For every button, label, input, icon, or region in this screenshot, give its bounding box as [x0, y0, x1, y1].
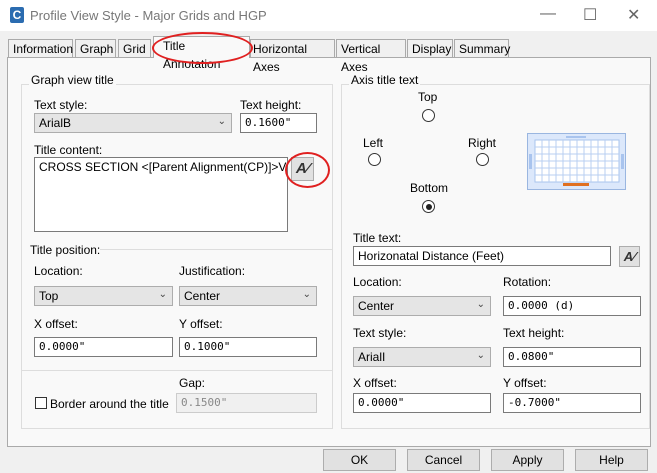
- value: Center: [358, 299, 395, 313]
- label: Y offset:: [179, 317, 223, 331]
- text-edit-icon: A⁄: [623, 249, 636, 264]
- text-height-input[interactable]: 0.1600": [240, 113, 317, 133]
- minimize-icon[interactable]: —: [540, 5, 556, 23]
- bottom-title-mark: [563, 183, 589, 186]
- title-text-input[interactable]: Horizonatal Distance (Feet): [353, 246, 611, 266]
- label: Border around the title: [50, 397, 169, 411]
- label: Text style:: [34, 98, 88, 112]
- label: Text height:: [503, 326, 565, 340]
- tab-title-annotation[interactable]: Title Annotation: [153, 36, 250, 71]
- tab-vertical-axes[interactable]: Vertical Axes: [336, 39, 406, 74]
- justification-select[interactable]: Center ⌄: [179, 286, 317, 306]
- radio-bottom[interactable]: [422, 200, 435, 213]
- close-icon[interactable]: ✕: [627, 5, 640, 25]
- chevron-down-icon: ⌄: [217, 116, 226, 127]
- label: Top: [418, 90, 438, 104]
- right-title-mark: [621, 154, 624, 169]
- chevron-down-icon: ⌄: [476, 350, 485, 361]
- text-edit-icon: A⁄: [295, 160, 310, 177]
- axis-location-select[interactable]: Center ⌄: [353, 296, 491, 316]
- label: X offset:: [34, 317, 78, 331]
- chevron-down-icon: ⌄: [158, 289, 167, 300]
- rotation-input[interactable]: 0.0000 (d): [503, 296, 641, 316]
- radio-left[interactable]: [368, 153, 381, 166]
- label: Left: [363, 136, 384, 150]
- group-label: Graph view title: [29, 73, 116, 87]
- ok-button[interactable]: OK: [323, 449, 396, 471]
- label: Title content:: [34, 143, 103, 157]
- radio-top[interactable]: [422, 109, 435, 122]
- app-icon: C: [10, 7, 24, 23]
- axis-preview-image: [527, 133, 626, 190]
- top-title-mark: [566, 136, 586, 138]
- title-content-textarea[interactable]: CROSS SECTION <[Parent Alignment(CP)]>VE…: [34, 157, 288, 232]
- label: Title position:: [30, 243, 101, 257]
- label: Title text:: [353, 231, 402, 245]
- divider: [21, 370, 333, 371]
- tab-information[interactable]: Information: [8, 39, 73, 57]
- help-button[interactable]: Help: [575, 449, 648, 471]
- cancel-button[interactable]: Cancel: [407, 449, 480, 471]
- axis-y-offset-input[interactable]: -0.7000": [503, 393, 641, 413]
- y-offset-input[interactable]: 0.1000": [179, 337, 317, 357]
- window-title: Profile View Style - Major Grids and HGP: [30, 8, 267, 23]
- axis-text-editor-button[interactable]: A⁄: [619, 246, 640, 267]
- label: Text height:: [240, 98, 302, 112]
- maximize-icon[interactable]: ☐: [583, 5, 597, 25]
- preview-grid: [529, 136, 624, 186]
- location-select[interactable]: Top ⌄: [34, 286, 173, 306]
- tab-grid[interactable]: Grid: [118, 39, 151, 57]
- label: Location:: [353, 275, 402, 289]
- tab-horizontal-axes[interactable]: Horizontal Axes: [250, 39, 335, 74]
- left-title-mark: [529, 154, 532, 169]
- axis-text-style-select[interactable]: ArialI ⌄: [353, 347, 491, 367]
- chevron-down-icon: ⌄: [476, 299, 485, 310]
- divider: [100, 249, 333, 250]
- value: ArialB: [39, 116, 72, 130]
- value: Center: [184, 289, 221, 303]
- text-style-select[interactable]: ArialB ⌄: [34, 113, 232, 133]
- group-label: Axis title text: [349, 73, 421, 87]
- label: Bottom: [410, 181, 449, 195]
- border-checkbox[interactable]: [35, 397, 47, 409]
- chevron-down-icon: ⌄: [302, 289, 311, 300]
- radio-right[interactable]: [476, 153, 489, 166]
- axis-x-offset-input[interactable]: 0.0000": [353, 393, 491, 413]
- tab-graph[interactable]: Graph: [75, 39, 116, 57]
- label: Justification:: [179, 264, 246, 278]
- label: Gap:: [179, 376, 206, 390]
- label: Location:: [34, 264, 83, 278]
- tab-summary[interactable]: Summary: [454, 39, 510, 57]
- label: Right: [468, 136, 497, 150]
- value: ArialI: [358, 350, 386, 364]
- value: Top: [39, 289, 59, 303]
- axis-text-height-input[interactable]: 0.0800": [503, 347, 641, 367]
- label: Rotation:: [503, 275, 552, 289]
- apply-button[interactable]: Apply: [491, 449, 564, 471]
- x-offset-input[interactable]: 0.0000": [34, 337, 173, 357]
- label: X offset:: [353, 376, 397, 390]
- label: Y offset:: [503, 376, 547, 390]
- tab-display[interactable]: Display: [407, 39, 453, 57]
- label: Text style:: [353, 326, 407, 340]
- gap-input: 0.1500": [176, 393, 317, 413]
- text-editor-button[interactable]: A⁄: [291, 157, 314, 181]
